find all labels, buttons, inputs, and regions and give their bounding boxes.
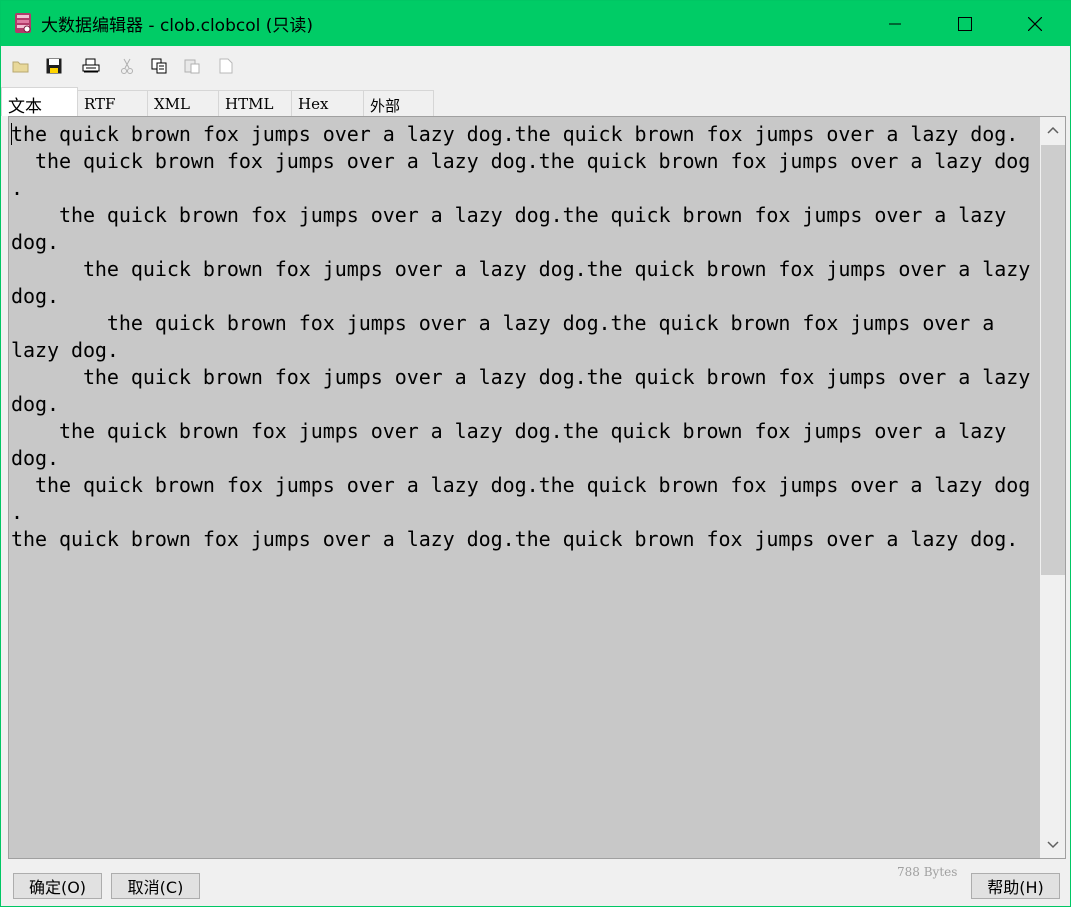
editor-text[interactable]: the quick brown fox jumps over a lazy do… bbox=[11, 121, 1039, 855]
close-button[interactable] bbox=[1012, 1, 1058, 46]
toolbar bbox=[1, 46, 1070, 87]
view-tabs: 文本 RTF XML HTML Hex 外部 bbox=[1, 87, 1070, 117]
tab-xml[interactable]: XML bbox=[147, 90, 219, 116]
editor-window: 大数据编辑器 - clob.clobcol (只读) 文本 RTF XML HT… bbox=[0, 0, 1071, 907]
tab-rtf[interactable]: RTF bbox=[77, 90, 148, 116]
scrollbar-thumb[interactable] bbox=[1041, 145, 1065, 575]
paste-icon[interactable] bbox=[182, 56, 202, 76]
copy-icon[interactable] bbox=[149, 56, 169, 76]
clear-icon[interactable] bbox=[216, 56, 236, 76]
open-folder-icon[interactable] bbox=[11, 56, 31, 76]
tab-html[interactable]: HTML bbox=[218, 90, 292, 116]
help-button[interactable]: 帮助(H) bbox=[971, 873, 1060, 899]
button-bar: 788 Bytes 确定(O) 取消(C) 帮助(H) bbox=[1, 859, 1070, 906]
app-icon bbox=[12, 12, 34, 34]
save-icon[interactable] bbox=[44, 56, 64, 76]
title-bar[interactable]: 大数据编辑器 - clob.clobcol (只读) bbox=[1, 1, 1070, 46]
maximize-button[interactable] bbox=[942, 1, 988, 46]
scroll-up-icon[interactable] bbox=[1040, 117, 1065, 143]
ok-button[interactable]: 确定(O) bbox=[13, 873, 102, 899]
minimize-button[interactable] bbox=[872, 1, 918, 46]
scroll-down-icon[interactable] bbox=[1040, 832, 1065, 858]
vertical-scrollbar[interactable] bbox=[1040, 117, 1065, 858]
byte-count: 788 Bytes bbox=[897, 865, 958, 879]
text-caret bbox=[11, 123, 12, 145]
cancel-button[interactable]: 取消(C) bbox=[111, 873, 200, 899]
text-editor[interactable]: the quick brown fox jumps over a lazy do… bbox=[8, 116, 1066, 859]
cut-icon[interactable] bbox=[117, 56, 137, 76]
tab-text[interactable]: 文本 bbox=[1, 87, 78, 117]
print-icon[interactable] bbox=[81, 56, 101, 76]
window-title: 大数据编辑器 - clob.clobcol (只读) bbox=[41, 16, 314, 36]
tab-external[interactable]: 外部 bbox=[363, 90, 434, 116]
tab-hex[interactable]: Hex bbox=[291, 90, 364, 116]
